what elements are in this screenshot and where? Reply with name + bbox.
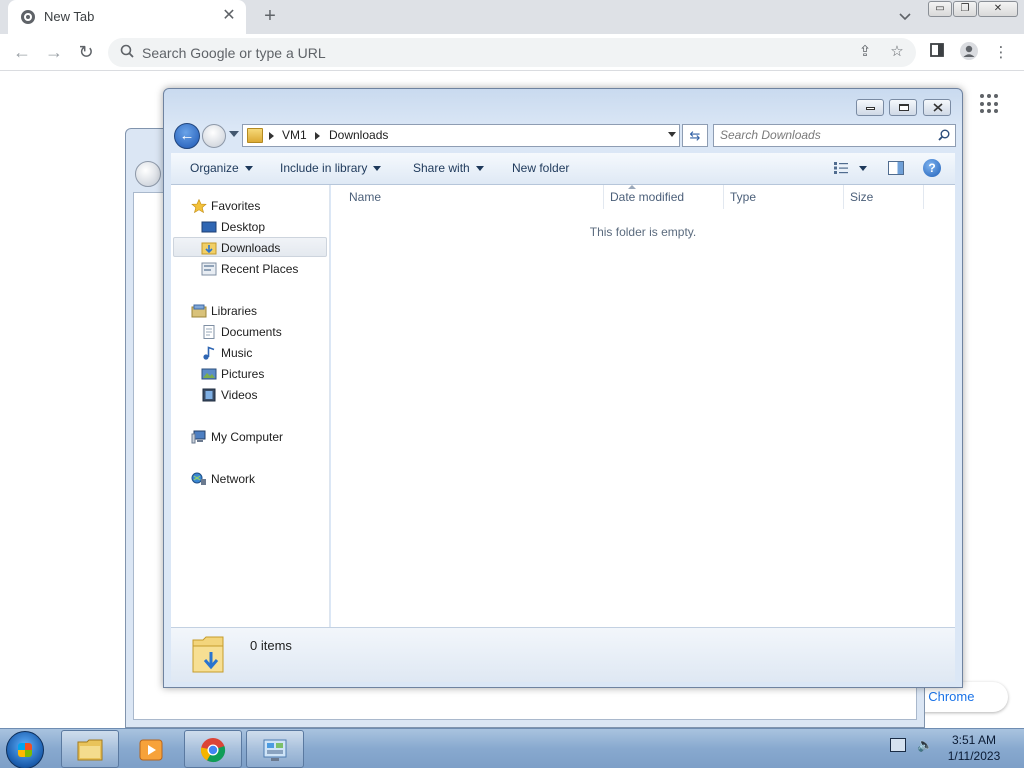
taskbar-clock[interactable]: 3:51 AM 1/11/2023 (944, 732, 1004, 764)
omnibox[interactable]: ⇪ ☆ (108, 38, 916, 67)
desktop-icon (201, 221, 217, 233)
refresh-button[interactable]: ⇆ (682, 124, 708, 147)
recent-pages-dropdown[interactable] (229, 131, 239, 137)
music-icon (203, 346, 215, 360)
view-options-icon[interactable] (833, 161, 849, 175)
chrome-favicon-icon (21, 10, 35, 24)
explorer-minimize-button[interactable] (856, 99, 884, 116)
help-icon[interactable]: ? (923, 159, 941, 177)
breadcrumb-vm1[interactable]: VM1 (282, 128, 307, 142)
downloads-folder-icon (201, 242, 217, 255)
item-count: 0 items (250, 638, 292, 653)
chrome-icon (200, 738, 226, 763)
tab-title: New Tab (44, 9, 95, 24)
view-options-dropdown[interactable] (859, 166, 867, 171)
more-menu-icon[interactable]: ⋮ (990, 42, 1012, 64)
videos-icon (202, 388, 216, 402)
column-header-name[interactable]: Name (343, 185, 604, 209)
share-icon[interactable]: ⇪ (854, 41, 876, 63)
back-button[interactable]: ← (174, 123, 200, 149)
bookmark-star-icon[interactable]: ☆ (886, 41, 908, 63)
minimize-button[interactable]: ▭ (928, 1, 952, 17)
profile-avatar-icon[interactable] (958, 42, 980, 64)
taskbar-explorer-button[interactable] (61, 730, 119, 768)
search-input[interactable] (720, 128, 930, 142)
downloads-folder-icon (192, 636, 224, 673)
computer-icon (191, 430, 206, 444)
breadcrumb-downloads[interactable]: Downloads (329, 128, 388, 142)
google-apps-icon[interactable] (980, 94, 1000, 114)
maximize-icon (899, 104, 909, 111)
breadcrumb-chevron-icon[interactable] (315, 132, 320, 140)
nav-downloads[interactable]: Downloads (173, 237, 327, 257)
star-icon (191, 199, 207, 213)
volume-icon[interactable]: 🔈 (917, 737, 933, 753)
clock-time: 3:51 AM (951, 733, 997, 747)
tab-new-tab[interactable]: New Tab ✕ (8, 0, 246, 34)
preview-pane-icon[interactable] (888, 161, 904, 175)
start-button[interactable] (6, 731, 44, 768)
omnibox-input[interactable] (142, 42, 842, 63)
share-with-button[interactable]: Share with (413, 161, 484, 175)
close-icon (933, 103, 943, 112)
forward-arrow-icon[interactable]: → (42, 40, 66, 64)
column-header-size[interactable]: Size (844, 185, 924, 209)
back-arrow-icon (135, 161, 161, 187)
taskbar-control-panel-button[interactable] (246, 730, 304, 768)
new-folder-button[interactable]: New folder (512, 161, 569, 175)
minimize-icon (866, 107, 875, 110)
close-button[interactable]: ✕ (978, 1, 1018, 17)
taskbar: 🔈 3:51 AM 1/11/2023 (0, 728, 1024, 768)
search-icon[interactable] (938, 129, 950, 141)
control-panel-icon (263, 739, 287, 761)
address-dropdown[interactable] (668, 132, 676, 137)
side-panel-icon[interactable] (926, 42, 948, 64)
network-tray-icon[interactable] (890, 738, 906, 752)
libraries-icon (191, 304, 207, 318)
column-header-type[interactable]: Type (724, 185, 844, 209)
chevron-down-icon[interactable] (893, 6, 917, 28)
column-header-date-modified[interactable]: Date modified (604, 185, 724, 209)
tab-close-icon[interactable]: ✕ (220, 7, 238, 25)
explorer-maximize-button[interactable] (889, 99, 917, 116)
search-box[interactable] (713, 124, 956, 147)
pictures-icon (201, 368, 217, 380)
system-tray: 🔈 (890, 737, 934, 753)
taskbar-chrome-button[interactable] (184, 730, 242, 768)
folder-icon (247, 128, 263, 143)
restore-button[interactable]: ❐ (953, 1, 977, 17)
new-tab-button[interactable]: + (258, 5, 282, 29)
forward-button[interactable] (202, 124, 226, 148)
folder-icon (77, 739, 103, 761)
network-icon (191, 472, 206, 485)
details-pane: 0 items (171, 627, 955, 682)
organize-button[interactable]: Organize (190, 161, 253, 175)
explorer-close-button[interactable] (923, 99, 951, 116)
breadcrumb-chevron-icon[interactable] (269, 132, 274, 140)
back-arrow-icon[interactable]: ← (10, 40, 34, 64)
file-list: Name Date modified Type Size This folder… (331, 185, 955, 627)
media-player-icon (139, 739, 163, 761)
search-icon (120, 44, 134, 58)
taskbar-media-player-button[interactable] (122, 730, 178, 768)
reload-icon[interactable]: ↻ (74, 40, 98, 64)
recent-places-icon (201, 262, 217, 276)
navigation-pane: Favorites Desktop Downloads Recent Place… (171, 185, 330, 627)
empty-folder-message: This folder is empty. (589, 225, 697, 239)
address-row: ← VM1 Downloads ⇆ (172, 123, 956, 149)
clock-date: 1/11/2023 (947, 749, 1001, 763)
command-bar: Organize Include in library Share with N… (171, 153, 955, 185)
chrome-tabstrip: New Tab ✕ + ▭ ❐ ✕ (0, 0, 1024, 34)
explorer-window: ← VM1 Downloads ⇆ Organize Include in li… (163, 88, 963, 688)
include-in-library-button[interactable]: Include in library (280, 161, 382, 175)
address-bar[interactable]: VM1 Downloads (242, 124, 680, 147)
chrome-toolbar: ← → ↻ ⇪ ☆ ⋮ (0, 34, 1024, 71)
documents-icon (203, 325, 215, 339)
